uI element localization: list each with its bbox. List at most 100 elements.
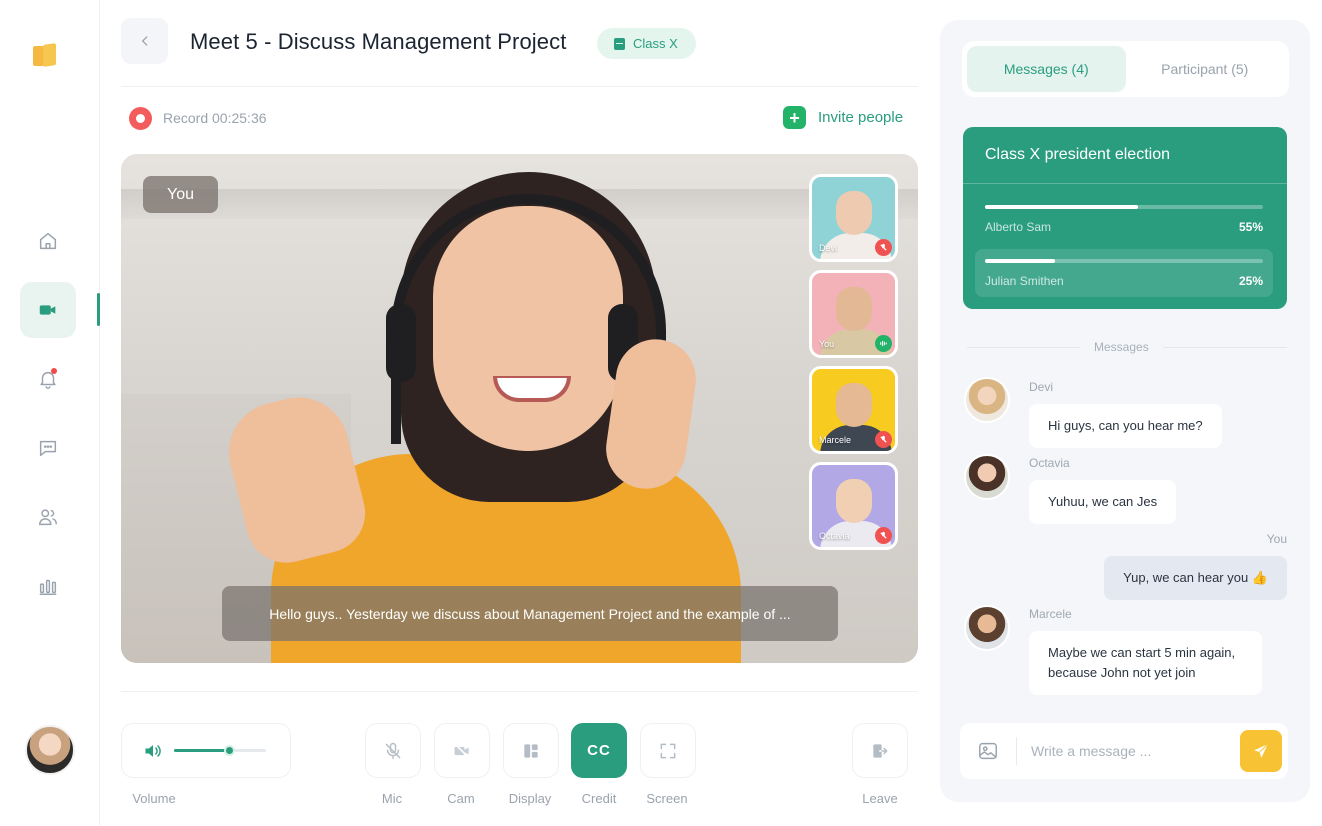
leave-button[interactable] (852, 723, 908, 778)
nav-notifications[interactable] (20, 351, 76, 407)
poll-option-name: Alberto Sam (985, 220, 1052, 234)
message-bubble-own: Yup, we can hear you 👍 (1104, 556, 1287, 600)
display-button[interactable] (503, 723, 559, 778)
poll-option[interactable]: Alberto Sam 55% (975, 195, 1273, 243)
credit-cc-button[interactable]: CC (571, 723, 627, 778)
display-label: Display (508, 791, 552, 806)
avatar[interactable] (964, 377, 1010, 423)
mic-muted-badge (875, 431, 892, 448)
back-button[interactable] (121, 18, 168, 64)
bar-chart-icon (39, 579, 57, 595)
class-badge-label: Class X (633, 36, 678, 51)
nav-users[interactable] (20, 489, 76, 545)
screen-button[interactable] (640, 723, 696, 778)
participant-name: Marcele (819, 435, 852, 445)
attach-image-button[interactable] (970, 733, 1006, 769)
participant-thumb-marcele[interactable]: Marcele (809, 366, 898, 454)
fullscreen-icon (660, 743, 676, 758)
camera-off-icon (454, 743, 470, 758)
header-divider (121, 86, 918, 87)
controls-divider (121, 691, 918, 692)
cam-button[interactable] (434, 723, 490, 778)
poll-option-percent: 25% (1238, 274, 1263, 288)
poll-card: Class X president election Alberto Sam 5… (963, 127, 1287, 309)
message-sender: You (1266, 532, 1287, 546)
send-button[interactable] (1240, 730, 1282, 772)
users-icon (39, 509, 57, 526)
layout-icon (524, 743, 538, 758)
video-camera-icon (39, 305, 56, 315)
volume-knob[interactable] (224, 745, 236, 756)
main-video[interactable]: You Hello guys.. Yesterday we discuss ab… (121, 154, 918, 663)
nav-chat[interactable] (20, 420, 76, 476)
volume-slider[interactable] (174, 745, 266, 756)
chat-icon (39, 440, 57, 457)
closed-caption-icon: CC (587, 742, 611, 759)
record-timer: Record 00:25:36 (163, 110, 267, 126)
sidebar (0, 0, 100, 826)
volume-control[interactable] (121, 723, 291, 778)
user-avatar[interactable] (25, 725, 75, 775)
speaker-icon (145, 744, 161, 757)
poll-bar (985, 259, 1263, 263)
poll-title: Class X president election (985, 146, 1170, 163)
volume-label: Volume (132, 791, 176, 806)
nav-home[interactable] (20, 213, 76, 269)
live-caption: Hello guys.. Yesterday we discuss about … (222, 586, 838, 641)
mic-label: Mic (381, 791, 403, 806)
participant-name: You (819, 339, 835, 349)
mic-off-icon (880, 435, 887, 443)
poll-option[interactable]: Julian Smithen 25% (975, 249, 1273, 297)
cam-label: Cam (447, 791, 475, 806)
participant-thumb-you[interactable]: You (809, 270, 898, 358)
nav-active-indicator (97, 293, 100, 326)
invite-people-label: Invite people (818, 109, 904, 126)
mic-off-icon (880, 243, 887, 251)
message-input[interactable] (1031, 737, 1231, 765)
mic-muted-badge (875, 527, 892, 544)
self-video-label: You (143, 176, 218, 213)
poll-option-percent: 55% (1238, 220, 1263, 234)
poll-bar (985, 205, 1263, 209)
poll-option-name: Julian Smithen (985, 274, 1064, 288)
send-icon (1254, 743, 1269, 758)
chat-panel: Messages (4) Participant (5) Class X pre… (940, 20, 1310, 802)
nav-video[interactable] (20, 282, 76, 338)
message-bubble: Hi guys, can you hear me? (1029, 404, 1222, 448)
poll-bar-fill (985, 259, 1055, 263)
audio-wave-icon (880, 340, 887, 347)
participant-thumbnails: Devi You Marcele Octavia (809, 174, 898, 558)
mic-muted-badge (875, 239, 892, 256)
poll-bar-fill (985, 205, 1138, 209)
avatar[interactable] (964, 454, 1010, 500)
credit-label: Credit (581, 791, 617, 806)
speaking-badge (875, 335, 892, 352)
tab-messages[interactable]: Messages (4) (967, 46, 1126, 92)
page-title: Meet 5 - Discuss Management Project (190, 29, 567, 54)
message-sender: Marcele (1029, 607, 1072, 621)
messages-divider-label: Messages (1080, 340, 1163, 354)
volume-fill (174, 749, 230, 752)
record-icon[interactable] (129, 107, 152, 130)
book-icon (614, 37, 625, 50)
class-badge[interactable]: Class X (597, 28, 696, 59)
avatar[interactable] (964, 605, 1010, 651)
tab-participants[interactable]: Participant (5) (1126, 46, 1285, 92)
app-logo (33, 43, 59, 67)
plus-icon: + (783, 106, 806, 129)
mic-button[interactable] (365, 723, 421, 778)
message-sender: Octavia (1029, 456, 1070, 470)
mic-off-icon (385, 742, 401, 759)
leave-icon (873, 743, 888, 758)
invite-people-button[interactable]: + Invite people (783, 106, 903, 129)
participant-name: Octavia (819, 531, 850, 541)
message-composer (960, 723, 1288, 779)
message-bubble: Maybe we can start 5 min again, because … (1029, 631, 1262, 695)
participant-name: Devi (819, 243, 838, 253)
participant-thumb-devi[interactable]: Devi (809, 174, 898, 262)
nav-analytics[interactable] (20, 558, 76, 614)
mic-off-icon (880, 531, 887, 539)
participant-thumb-octavia[interactable]: Octavia (809, 462, 898, 550)
leave-label: Leave (862, 791, 898, 806)
image-icon (979, 742, 997, 760)
